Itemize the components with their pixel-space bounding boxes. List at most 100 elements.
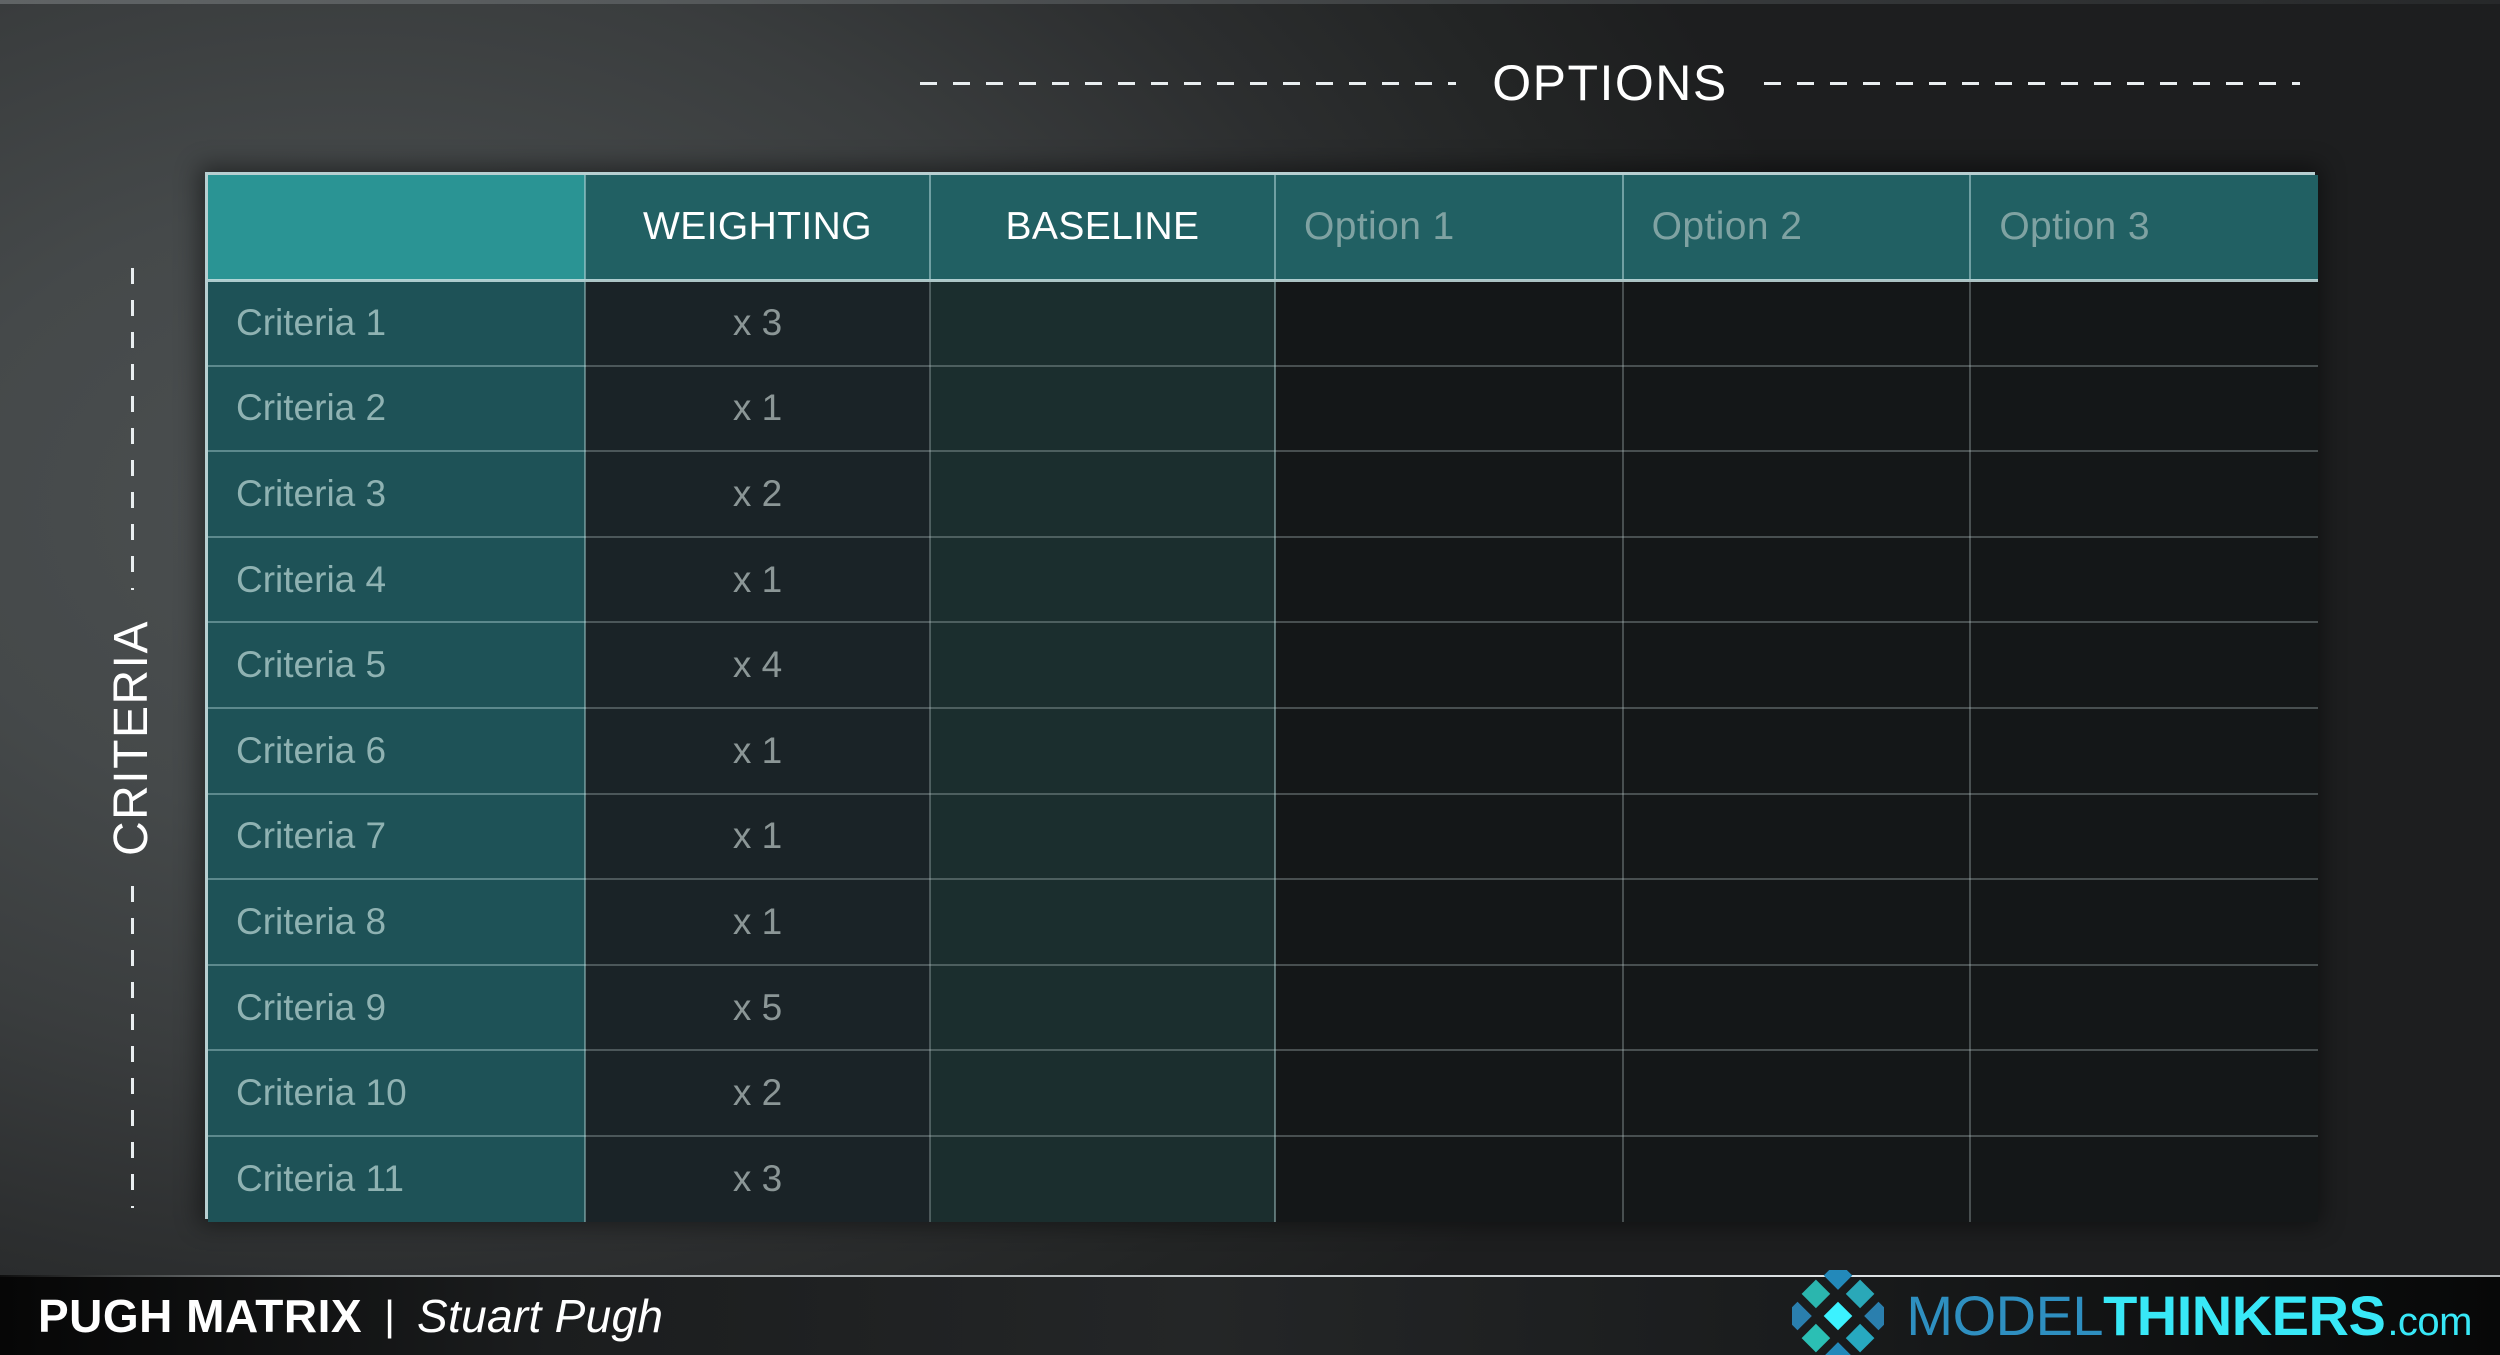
footer-model-title: PUGH MATRIX | Stuart Pugh (38, 1289, 663, 1343)
option-1-score-cell[interactable] (1275, 280, 1624, 367)
baseline-score-cell[interactable] (930, 622, 1276, 709)
option-2-score-cell[interactable] (1622, 451, 1972, 538)
weighting-value-cell: x 2 (585, 1050, 931, 1137)
option-3-score-cell[interactable] (1970, 280, 2318, 367)
table-row: Criteria 1x 3 (208, 280, 2318, 367)
modelthinkers-brand[interactable]: MODEL THINKERS .com (1792, 1270, 2472, 1355)
weighting-value-cell: x 3 (585, 280, 931, 367)
weighting-value-cell: x 2 (585, 451, 931, 538)
option-3-score-cell[interactable] (1970, 622, 2318, 709)
header-corner-cell (208, 175, 586, 282)
option-3-score-cell[interactable] (1970, 536, 2318, 624)
pugh-matrix-table: WEIGHTING BASELINE Option 1 Option 2 Opt… (205, 172, 2318, 1222)
header-row: WEIGHTING BASELINE Option 1 Option 2 Opt… (208, 175, 2318, 282)
criteria-label-cell: Criteria 3 (208, 451, 586, 538)
weighting-value-cell: x 3 (585, 1135, 931, 1222)
table-row: Criteria 4x 1 (208, 536, 2318, 624)
options-axis-label: OPTIONS (1492, 55, 1728, 111)
option-3-score-cell[interactable] (1970, 451, 2318, 538)
footer-bar: PUGH MATRIX | Stuart Pugh MODEL THINKERS… (0, 1270, 2500, 1355)
option-2-score-cell[interactable] (1622, 536, 1972, 624)
option-3-score-cell[interactable] (1970, 793, 2318, 881)
option-2-score-cell[interactable] (1622, 1135, 1972, 1222)
baseline-score-cell[interactable] (930, 365, 1276, 453)
criteria-label-cell: Criteria 8 (208, 879, 586, 966)
brand-text-model: MODEL (1906, 1284, 2104, 1347)
option-1-score-cell[interactable] (1275, 793, 1624, 881)
option-2-score-cell[interactable] (1622, 365, 1972, 453)
matrix-body: Criteria 1x 3 Criteria 2x 1 Criteria 3x 2C… (208, 280, 2318, 1222)
criteria-dashed-line-bottom (130, 886, 134, 1209)
option-1-score-cell[interactable] (1275, 879, 1624, 966)
option-1-score-cell[interactable] (1275, 451, 1624, 538)
weighting-value-cell: x 4 (585, 622, 931, 709)
matrix-grid: WEIGHTING BASELINE Option 1 Option 2 Opt… (208, 175, 2318, 1222)
option-3-score-cell[interactable] (1970, 1050, 2318, 1137)
baseline-score-cell[interactable] (930, 793, 1276, 881)
background-top-sheen (0, 0, 2500, 4)
criteria-label-cell: Criteria 11 (208, 1135, 586, 1222)
header-baseline: BASELINE (930, 175, 1276, 282)
baseline-score-cell[interactable] (930, 280, 1276, 367)
option-3-score-cell[interactable] (1970, 707, 2318, 795)
option-2-score-cell[interactable] (1622, 964, 1972, 1052)
option-1-score-cell[interactable] (1275, 1135, 1624, 1222)
header-option-1[interactable]: Option 1 (1275, 175, 1624, 282)
option-3-score-cell[interactable] (1970, 365, 2318, 453)
option-2-score-cell[interactable] (1622, 793, 1972, 881)
option-2-score-cell[interactable] (1622, 707, 1972, 795)
footer-separator: | (384, 1292, 396, 1339)
criteria-label-cell: Criteria 7 (208, 793, 586, 881)
weighting-value-cell: x 1 (585, 879, 931, 966)
baseline-score-cell[interactable] (930, 1135, 1276, 1222)
option-1-score-cell[interactable] (1275, 622, 1624, 709)
option-3-score-cell[interactable] (1970, 964, 2318, 1052)
table-row: Criteria 2x 1 (208, 365, 2318, 453)
table-row: Criteria 6x 1 (208, 707, 2318, 795)
brand-wordmark: MODEL THINKERS .com (1906, 1288, 2472, 1344)
criteria-label-cell: Criteria 5 (208, 622, 586, 709)
criteria-axis-header: CRITERIA (96, 268, 168, 1209)
weighting-value-cell: x 1 (585, 707, 931, 795)
option-2-score-cell[interactable] (1622, 280, 1972, 367)
options-dashed-line-left (920, 81, 1457, 85)
weighting-value-cell: x 1 (585, 536, 931, 624)
criteria-label-cell: Criteria 10 (208, 1050, 586, 1137)
header-option-2[interactable]: Option 2 (1622, 175, 1972, 282)
table-row: Criteria 5x 4 (208, 622, 2318, 709)
criteria-label-cell: Criteria 4 (208, 536, 586, 624)
baseline-score-cell[interactable] (930, 451, 1276, 538)
option-2-score-cell[interactable] (1622, 622, 1972, 709)
table-row: Criteria 10 x 2 (208, 1050, 2318, 1137)
option-1-score-cell[interactable] (1275, 365, 1624, 453)
criteria-label-cell: Criteria 2 (208, 365, 586, 453)
baseline-score-cell[interactable] (930, 1050, 1276, 1137)
table-row: Criteria 3x 2 (208, 451, 2318, 538)
footer-author-name: Stuart Pugh (417, 1290, 664, 1342)
criteria-dashed-line-top (130, 268, 134, 590)
baseline-score-cell[interactable] (930, 707, 1276, 795)
header-weighting: WEIGHTING (585, 175, 931, 282)
brand-text-thinkers: THINKERS (2103, 1284, 2386, 1347)
option-3-score-cell[interactable] (1970, 879, 2318, 966)
option-2-score-cell[interactable] (1622, 1050, 1972, 1137)
options-axis-header: OPTIONS (920, 52, 2300, 114)
slide-canvas: OPTIONS CRITERIA WEIGHTING BASELINE Opti… (0, 0, 2500, 1355)
baseline-score-cell[interactable] (930, 879, 1276, 966)
weighting-value-cell: x 5 (585, 964, 931, 1052)
baseline-score-cell[interactable] (930, 536, 1276, 624)
option-1-score-cell[interactable] (1275, 536, 1624, 624)
option-2-score-cell[interactable] (1622, 879, 1972, 966)
criteria-label-cell: Criteria 1 (208, 280, 586, 367)
table-row: Criteria 7x 1 (208, 793, 2318, 881)
weighting-value-cell: x 1 (585, 365, 931, 453)
option-1-score-cell[interactable] (1275, 964, 1624, 1052)
criteria-axis-label: CRITERIA (105, 620, 158, 857)
baseline-score-cell[interactable] (930, 964, 1276, 1052)
option-1-score-cell[interactable] (1275, 1050, 1624, 1137)
option-3-score-cell[interactable] (1970, 1135, 2318, 1222)
table-row: Criteria 8x 1 (208, 879, 2318, 966)
option-1-score-cell[interactable] (1275, 707, 1624, 795)
header-option-3[interactable]: Option 3 (1970, 175, 2318, 282)
table-row: Criteria 9x 5 (208, 964, 2318, 1052)
